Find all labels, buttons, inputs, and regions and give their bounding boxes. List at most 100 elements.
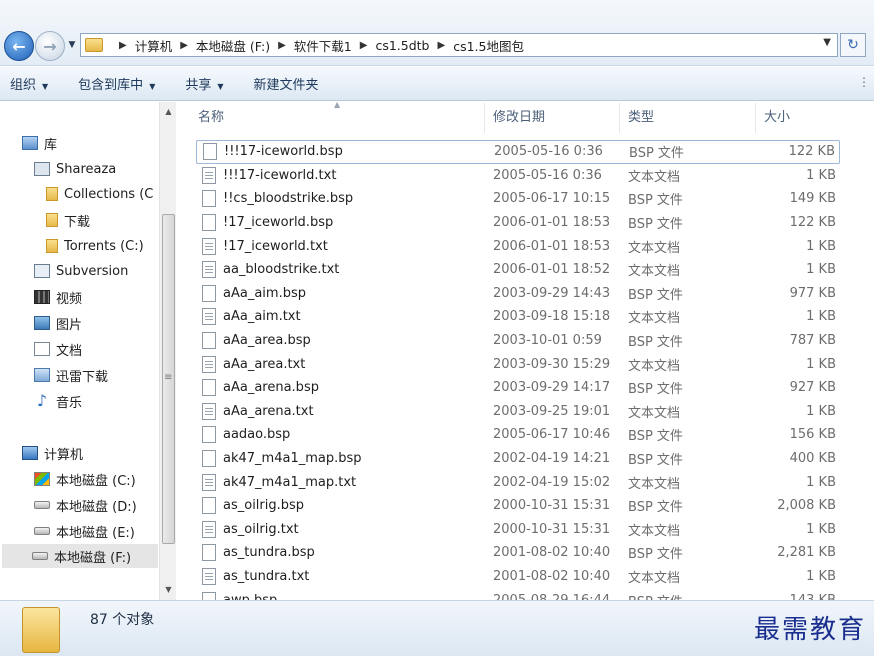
nav-collections[interactable]: Collections (C <box>46 182 153 206</box>
breadcrumb-map-pack[interactable]: cs1.5地图包 <box>453 36 524 55</box>
item-count: 87 个对象 <box>90 612 155 628</box>
file-size: 2,281 KB <box>777 545 836 561</box>
navigation-scrollbar[interactable]: ▲ ≡ ▼ <box>159 102 176 600</box>
file-row[interactable]: !!cs_bloodstrike.bsp 2005-06-17 10:15 BSP … <box>196 187 840 211</box>
file-row[interactable]: as_tundra.txt 2001-08-02 10:40 文本文档 1 KB <box>196 565 840 589</box>
file-size: 149 KB <box>789 191 836 207</box>
file-date: 2002-04-19 15:02 <box>493 474 611 490</box>
file-size: 1 KB <box>806 356 836 372</box>
nav-drive-f[interactable]: 本地磁盘 (F:) <box>2 544 158 568</box>
breadcrumb-computer[interactable]: 计算机 <box>135 36 173 55</box>
forward-button[interactable]: → <box>35 31 65 61</box>
nav-computer[interactable]: 计算机 <box>22 441 83 465</box>
file-date: 2005-05-16 0:36 <box>493 167 602 183</box>
folder-icon <box>22 607 60 653</box>
nav-thunder-downloads[interactable]: 迅雷下载 <box>34 363 108 387</box>
nav-label: 视频 <box>56 291 83 307</box>
file-row[interactable]: !17_iceworld.bsp 2006-01-01 18:53 BSP 文件 12… <box>196 211 840 235</box>
share-button[interactable]: 共享 ▼ <box>185 74 223 93</box>
file-date: 2001-08-02 10:40 <box>493 569 611 585</box>
file-row[interactable]: awp.bsp 2005-08-29 16:44 BSP 文件 143 KB <box>196 588 840 600</box>
breadcrumb-downloads1[interactable]: 软件下载1 <box>294 36 352 55</box>
nav-pictures[interactable]: 图片 <box>34 311 82 335</box>
breadcrumb-drive-f[interactable]: 本地磁盘 (F:) <box>196 36 270 55</box>
file-row[interactable]: aAa_aim.bsp 2003-09-29 14:43 BSP 文件 977 KB <box>196 282 840 306</box>
file-row[interactable]: !!!17-iceworld.txt 2005-05-16 0:36 文本文档 1 K… <box>196 164 840 188</box>
file-list-scroll-area <box>844 103 874 600</box>
file-type: 文本文档 <box>628 311 681 327</box>
nav-drive-c[interactable]: 本地磁盘 (C:) <box>34 467 136 491</box>
file-type: BSP 文件 <box>628 453 683 469</box>
file-type: 文本文档 <box>628 476 681 492</box>
chevron-down-icon[interactable]: ▼ <box>823 37 831 48</box>
text-file-icon <box>202 237 216 255</box>
refresh-button[interactable]: ↻ <box>840 33 866 57</box>
column-header-name[interactable]: 名称 <box>190 103 485 133</box>
file-date: 2003-09-18 15:18 <box>493 309 611 325</box>
chevron-right-icon[interactable]: ▶ <box>438 40 446 51</box>
file-row[interactable]: aadao.bsp 2005-06-17 10:46 BSP 文件 156 KB <box>196 423 840 447</box>
scroll-down-icon[interactable]: ▼ <box>160 582 177 598</box>
recent-pages-dropdown[interactable]: ▼ <box>66 40 78 52</box>
file-name: aAa_aim.txt <box>223 309 301 325</box>
column-header-size[interactable]: 大小 <box>756 103 844 133</box>
file-size: 1 KB <box>806 521 836 537</box>
text-file-icon <box>202 355 216 373</box>
file-row[interactable]: ak47_m4a1_map.txt 2002-04-19 15:02 文本文档 1 K… <box>196 470 840 494</box>
nav-music[interactable]: ♪ 音乐 <box>34 389 82 413</box>
file-date: 2003-09-29 14:17 <box>493 380 611 396</box>
include-in-library-button[interactable]: 包含到库中 ▼ <box>78 74 155 93</box>
file-size: 122 KB <box>789 215 836 231</box>
scroll-up-icon[interactable]: ▲ <box>160 104 177 120</box>
file-size: 927 KB <box>789 380 836 396</box>
nav-torrents[interactable]: Torrents (C:) <box>46 234 144 258</box>
new-folder-button[interactable]: 新建文件夹 <box>254 74 319 93</box>
breadcrumb-cs15dtb[interactable]: cs1.5dtb <box>375 38 429 53</box>
file-row[interactable]: ak47_m4a1_map.bsp 2002-04-19 14:21 BSP 文件 4… <box>196 447 840 471</box>
file-type: 文本文档 <box>628 240 681 256</box>
file-size: 2,008 KB <box>777 498 836 514</box>
nav-downloads[interactable]: 下载 <box>46 208 90 232</box>
navigation-pane: 库 Shareaza Collections (C 下载 Torrents (C… <box>0 102 176 600</box>
organize-button[interactable]: 组织 ▼ <box>10 74 48 93</box>
address-bar[interactable]: ▶ 计算机 ▶ 本地磁盘 (F:) ▶ 软件下载1 ▶ cs1.5dtb ▶ c… <box>80 33 838 57</box>
file-row[interactable]: aAa_area.txt 2003-09-30 15:29 文本文档 1 KB <box>196 352 840 376</box>
file-row[interactable]: aAa_area.bsp 2003-10-01 0:59 BSP 文件 787 KB <box>196 329 840 353</box>
nav-shareaza[interactable]: Shareaza <box>34 157 116 181</box>
music-note-icon: ♪ <box>36 391 48 410</box>
nav-label: Subversion <box>56 263 129 279</box>
watermark-text: 最需教育 <box>753 615 866 645</box>
column-header-type[interactable]: 类型 <box>620 103 756 133</box>
file-icon <box>202 450 216 468</box>
file-date: 2005-05-16 0:36 <box>494 144 603 160</box>
chevron-right-icon[interactable]: ▶ <box>278 40 286 51</box>
file-size: 1 KB <box>806 262 836 278</box>
file-row[interactable]: as_oilrig.txt 2000-10-31 15:31 文本文档 1 KB <box>196 518 840 542</box>
file-row[interactable]: aAa_aim.txt 2003-09-18 15:18 文本文档 1 KB <box>196 305 840 329</box>
file-type: BSP 文件 <box>628 547 683 563</box>
file-row[interactable]: aa_bloodstrike.txt 2006-01-01 18:52 文本文档 1 … <box>196 258 840 282</box>
file-row[interactable]: !17_iceworld.txt 2006-01-01 18:53 文本文档 1 KB <box>196 234 840 258</box>
nav-drive-d[interactable]: 本地磁盘 (D:) <box>34 493 137 517</box>
file-row[interactable]: !!!17-iceworld.bsp 2005-05-16 0:36 BSP 文件 1… <box>196 140 840 164</box>
file-name: aAa_aim.bsp <box>223 285 306 301</box>
chevron-down-icon: ▼ <box>42 82 49 91</box>
file-row[interactable]: as_tundra.bsp 2001-08-02 10:40 BSP 文件 2,281… <box>196 541 840 565</box>
file-row[interactable]: aAa_arena.bsp 2003-09-29 14:17 BSP 文件 927 K… <box>196 376 840 400</box>
back-button[interactable]: ← <box>4 31 34 61</box>
file-name: aAa_arena.bsp <box>223 380 319 396</box>
file-row[interactable]: aAa_arena.txt 2003-09-25 19:01 文本文档 1 KB <box>196 400 840 424</box>
nav-libraries[interactable]: 库 <box>22 131 57 155</box>
file-name: aAa_area.txt <box>223 356 306 372</box>
view-options-icon[interactable]: ⋮ <box>858 75 870 91</box>
nav-videos[interactable]: 视频 <box>34 285 82 309</box>
file-row[interactable]: as_oilrig.bsp 2000-10-31 15:31 BSP 文件 2,008… <box>196 494 840 518</box>
nav-label: 迅雷下载 <box>56 369 109 385</box>
chevron-right-icon[interactable]: ▶ <box>119 40 127 51</box>
nav-subversion[interactable]: Subversion <box>34 259 128 283</box>
nav-drive-e[interactable]: 本地磁盘 (E:) <box>34 519 135 543</box>
column-header-modified[interactable]: 修改日期 <box>485 103 620 133</box>
nav-documents[interactable]: 文档 <box>34 337 82 361</box>
chevron-right-icon[interactable]: ▶ <box>360 40 368 51</box>
chevron-right-icon[interactable]: ▶ <box>180 40 188 51</box>
